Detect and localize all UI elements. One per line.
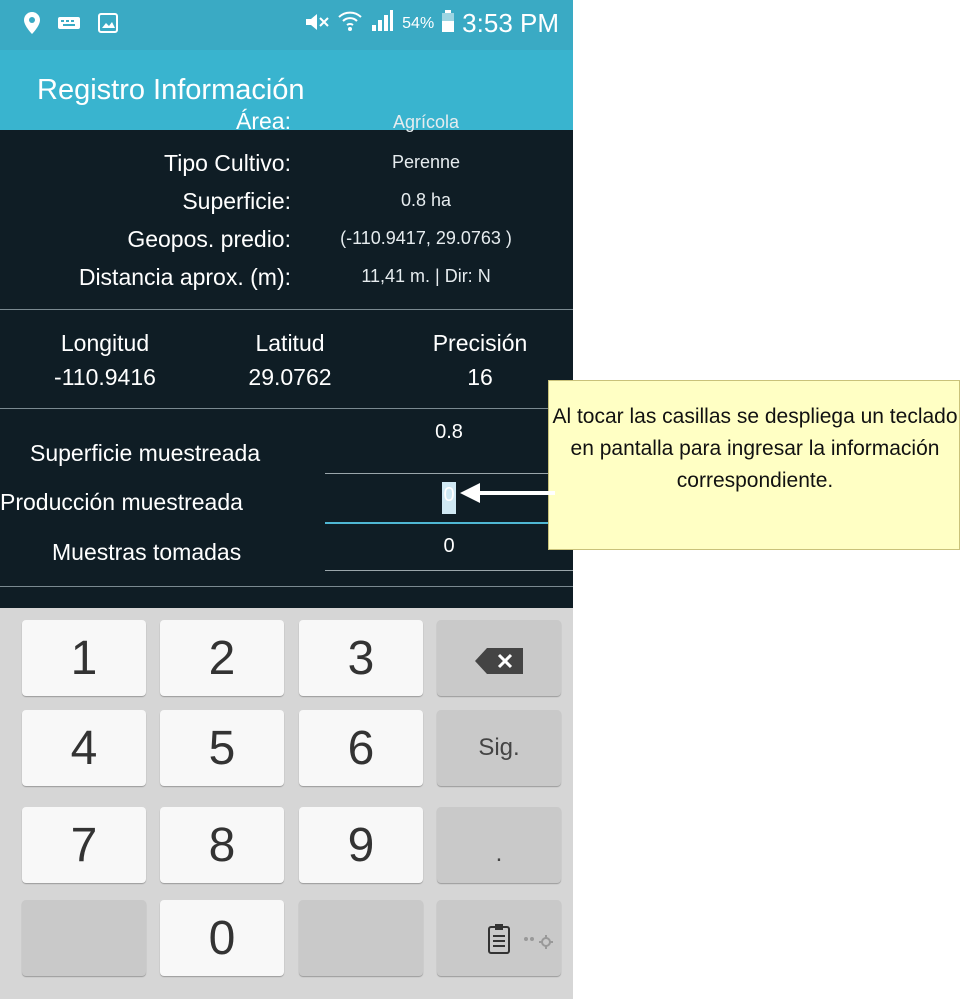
clock-time: 3:53 PM bbox=[462, 8, 559, 38]
info-row-tipo-cultivo: Tipo Cultivo: Perenne bbox=[0, 150, 573, 190]
muestras-tomadas-label: Muestras tomadas bbox=[52, 539, 242, 565]
produccion-muestreada-value[interactable]: 0 bbox=[442, 484, 456, 507]
settings-icon bbox=[523, 906, 555, 961]
wifi-icon bbox=[338, 8, 362, 39]
info-label: Superficie: bbox=[182, 188, 291, 214]
precision-label: Precisión bbox=[432, 330, 528, 356]
muestras-tomadas-field[interactable]: 0 bbox=[325, 524, 573, 568]
key-1[interactable]: 1 bbox=[22, 620, 146, 696]
keyboard-indicator-icon bbox=[58, 16, 80, 35]
blank-key-right[interactable] bbox=[299, 900, 423, 976]
divider bbox=[0, 309, 573, 310]
produccion-muestreada-label: Producción muestreada bbox=[0, 489, 243, 515]
longitud-value: -110.9416 bbox=[54, 364, 156, 390]
latitud-label: Latitud bbox=[255, 330, 325, 356]
battery-icon bbox=[442, 8, 455, 39]
key-5[interactable]: 5 bbox=[160, 710, 284, 786]
info-value: 11,41 m. | Dir: N bbox=[361, 266, 491, 286]
key-4[interactable]: 4 bbox=[22, 710, 146, 786]
pointer-arrow bbox=[460, 483, 555, 503]
callout-text: Al tocar las casillas se despliega un te… bbox=[552, 405, 958, 492]
page-title: Registro Información bbox=[37, 74, 305, 106]
info-value-area: Agrícola bbox=[392, 112, 460, 132]
dot-key[interactable]: . bbox=[437, 807, 561, 883]
key-8[interactable]: 8 bbox=[160, 807, 284, 883]
battery-percent: 54% bbox=[402, 14, 435, 32]
info-row-distancia: Distancia aprox. (m): 11,41 m. | Dir: N bbox=[0, 264, 573, 304]
content-area: Área: Agrícola Tipo Cultivo: Perenne Sup… bbox=[0, 108, 573, 608]
field-underline bbox=[325, 570, 573, 571]
info-value: (-110.9417, 29.0763 ) bbox=[340, 228, 512, 248]
key-9[interactable]: 9 bbox=[299, 807, 423, 883]
info-row-geopos: Geopos. predio: (-110.9417, 29.0763 ) bbox=[0, 226, 573, 266]
superficie-muestreada-label: Superficie muestreada bbox=[30, 440, 261, 466]
backspace-icon bbox=[475, 631, 523, 686]
numeric-keyboard: 1 2 3 4 5 6 Sig. 7 8 9 . 0 bbox=[0, 608, 573, 999]
superficie-muestreada-field[interactable]: 0.8 bbox=[325, 410, 573, 454]
backspace-key[interactable] bbox=[437, 620, 561, 696]
key-2[interactable]: 2 bbox=[160, 620, 284, 696]
info-label-area: Área: bbox=[236, 108, 291, 134]
info-label: Geopos. predio: bbox=[127, 226, 291, 252]
info-label: Tipo Cultivo: bbox=[164, 150, 291, 176]
gps-longitud: Longitud -110.9416 bbox=[50, 326, 160, 394]
gps-precision: Precisión 16 bbox=[415, 326, 545, 394]
status-bar: 54% 3:53 PM bbox=[0, 0, 573, 50]
clipboard-icon bbox=[487, 911, 511, 966]
clipboard-key[interactable] bbox=[437, 900, 561, 976]
info-value: Perenne bbox=[391, 152, 461, 172]
key-3[interactable]: 3 bbox=[299, 620, 423, 696]
info-label: Distancia aprox. (m): bbox=[78, 264, 291, 290]
gps-latitud: Latitud 29.0762 bbox=[230, 326, 350, 394]
blank-key-left[interactable] bbox=[22, 900, 146, 976]
key-7[interactable]: 7 bbox=[22, 807, 146, 883]
info-row-superficie: Superficie: 0.8 ha bbox=[0, 188, 573, 228]
signal-icon bbox=[370, 8, 394, 39]
instruction-callout: Al tocar las casillas se despliega un te… bbox=[548, 380, 960, 550]
info-row-area: Área: Agrícola bbox=[0, 108, 573, 148]
info-value: 0.8 ha bbox=[400, 190, 452, 210]
mute-icon bbox=[304, 8, 330, 39]
divider bbox=[0, 408, 573, 409]
longitud-label: Longitud bbox=[60, 330, 150, 356]
next-key[interactable]: Sig. bbox=[437, 710, 561, 786]
location-icon bbox=[24, 12, 40, 39]
key-6[interactable]: 6 bbox=[299, 710, 423, 786]
gallery-icon bbox=[98, 13, 118, 38]
divider bbox=[0, 586, 573, 587]
latitud-value: 29.0762 bbox=[248, 364, 332, 390]
precision-value: 16 bbox=[467, 364, 493, 390]
key-0[interactable]: 0 bbox=[160, 900, 284, 976]
